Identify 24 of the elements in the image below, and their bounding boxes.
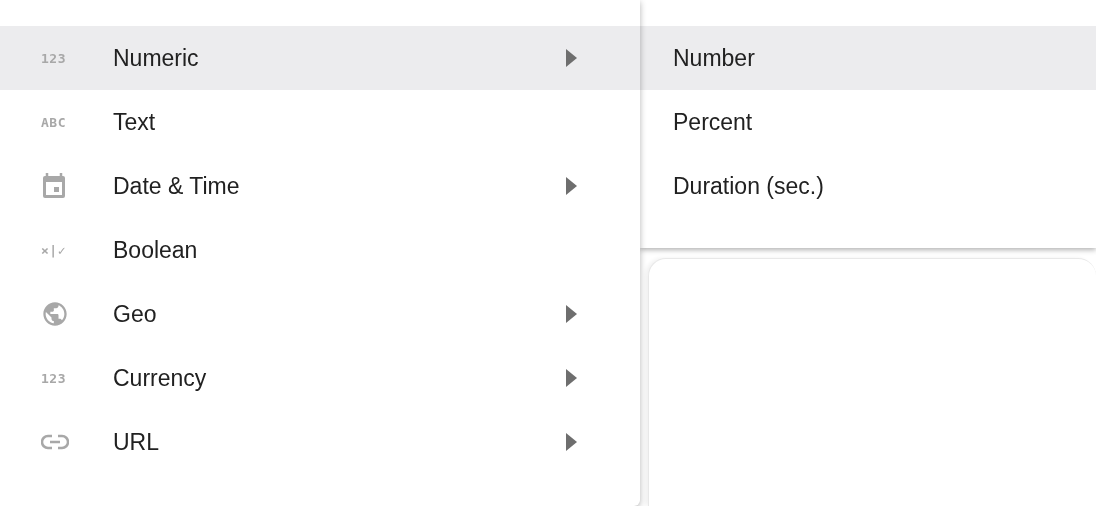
calendar-icon: [41, 172, 67, 200]
menu-item-label: Date & Time: [113, 171, 240, 201]
menu-item-label: Text: [113, 107, 156, 137]
menu-item[interactable]: ×|✓ Boolean: [0, 218, 640, 282]
menu-item-label: URL: [113, 427, 159, 457]
submenu-item[interactable]: Percent: [640, 90, 1096, 154]
type-glyph-icon: 123: [41, 51, 66, 65]
menu-item[interactable]: Geo: [0, 282, 640, 346]
submenu-item[interactable]: Number: [640, 26, 1096, 90]
submenu-item[interactable]: Duration (sec.): [640, 154, 1096, 218]
link-icon: [41, 434, 69, 450]
type-glyph-icon: ×|✓: [41, 243, 66, 257]
globe-icon: [41, 300, 69, 328]
menu-item-label: Boolean: [113, 235, 198, 265]
menu-item[interactable]: 123 Numeric: [0, 26, 640, 90]
menu-item[interactable]: ABC Text: [0, 90, 640, 154]
menu-item-label: Currency: [113, 363, 207, 393]
menu-item-label: Numeric: [113, 43, 199, 73]
type-glyph-icon: ABC: [41, 115, 66, 129]
menu-item-label: Geo: [113, 299, 157, 329]
type-glyph-icon: 123: [41, 371, 66, 385]
menu-item[interactable]: 123 Currency: [0, 346, 640, 410]
menu-item[interactable]: Date & Time: [0, 154, 640, 218]
menu-item[interactable]: URL: [0, 410, 640, 474]
